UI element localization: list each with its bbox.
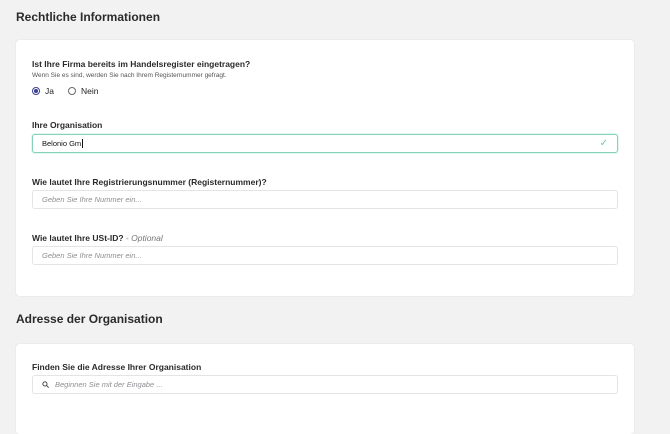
find-address-label: Finden Sie die Adresse Ihrer Organisatio…: [32, 362, 202, 372]
radio-nein[interactable]: Nein: [67, 86, 99, 96]
search-icon: [42, 381, 49, 388]
address-card: Finden Sie die Adresse Ihrer Organisatio…: [16, 344, 634, 434]
radio-ja-label: Ja: [45, 86, 54, 96]
org-label: Ihre Organisation: [32, 120, 103, 130]
section-title-legal: Rechtliche Informationen: [16, 10, 161, 24]
organisation-input[interactable]: Belonio Gm ✓: [32, 134, 618, 153]
registered-hint: Wenn Sie es sind, werden Sie nach Ihrem …: [32, 72, 227, 79]
vat-id-input[interactable]: Geben Sie Ihre Nummer ein...: [32, 246, 618, 265]
registered-radio-group: Ja Nein: [32, 86, 112, 96]
vat-label-text: Wie lautet Ihre USt-ID?: [32, 233, 124, 243]
registration-number-placeholder: Geben Sie Ihre Nummer ein...: [42, 195, 142, 204]
registration-number-input[interactable]: Geben Sie Ihre Nummer ein...: [32, 190, 618, 209]
regnum-label: Wie lautet Ihre Registrierungsnummer (Re…: [32, 177, 267, 187]
vat-label: Wie lautet Ihre USt-ID? - Optional: [32, 233, 163, 243]
text-cursor: [82, 139, 84, 148]
address-search-placeholder: Beginnen Sie mit der Eingabe ...: [55, 380, 163, 389]
legal-info-card: Ist Ihre Firma bereits im Handelsregiste…: [16, 40, 634, 296]
check-icon: ✓: [599, 138, 608, 149]
radio-ja-indicator[interactable]: [32, 87, 40, 95]
registered-question: Ist Ihre Firma bereits im Handelsregiste…: [32, 59, 251, 69]
vat-id-placeholder: Geben Sie Ihre Nummer ein...: [42, 251, 142, 260]
radio-nein-indicator[interactable]: [67, 87, 76, 95]
section-title-address: Adresse der Organisation: [16, 312, 163, 326]
radio-nein-label: Nein: [80, 86, 99, 96]
address-search-input[interactable]: Beginnen Sie mit der Eingabe ...: [32, 375, 618, 394]
organisation-value: Belonio Gm: [42, 139, 82, 148]
vat-optional-tag: - Optional: [123, 233, 163, 243]
radio-ja[interactable]: Ja: [32, 86, 54, 96]
